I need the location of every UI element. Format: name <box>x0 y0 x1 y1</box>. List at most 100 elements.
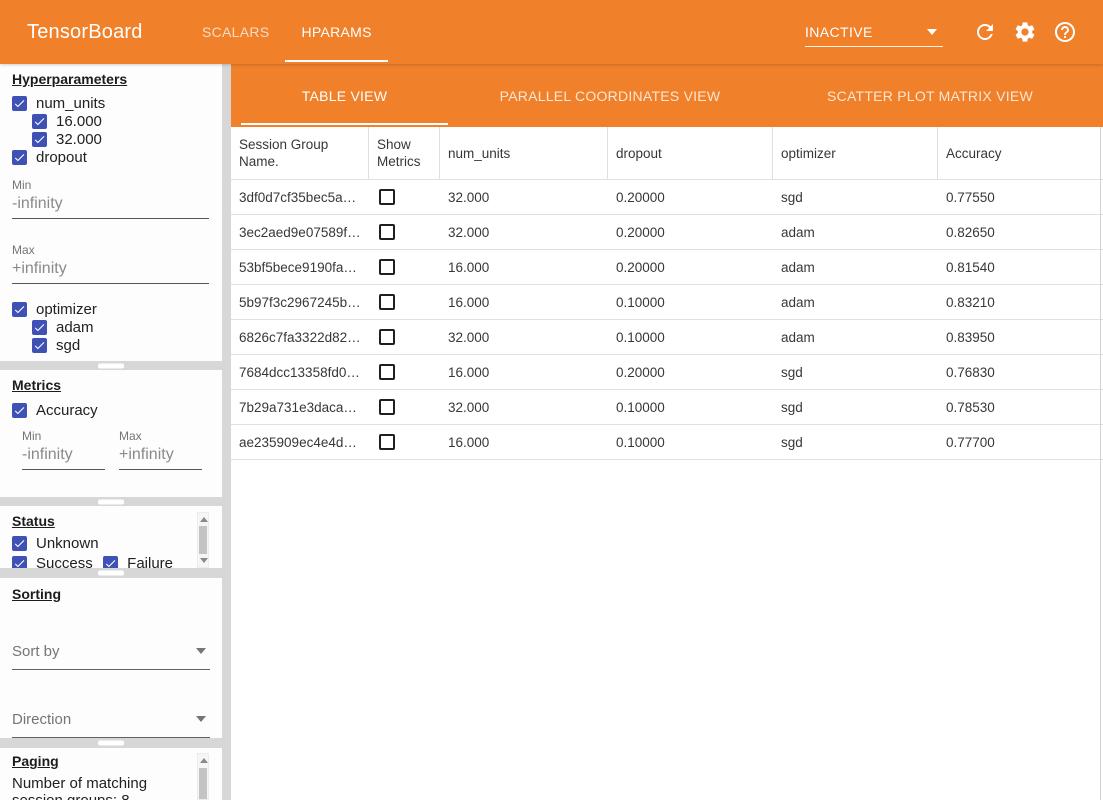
status-option-failure[interactable]: Failure <box>103 555 173 569</box>
tab-scatter-plot-matrix-view[interactable]: SCATTER PLOT MATRIX VIEW <box>772 64 1088 127</box>
status-option-unknown[interactable]: Unknown <box>12 534 99 552</box>
column-header-num-units[interactable]: num_units <box>440 127 608 179</box>
reload-status-dropdown[interactable]: INACTIVE <box>805 17 943 47</box>
filter-label: dropout <box>36 149 87 166</box>
checked-checkbox-icon[interactable] <box>32 132 47 147</box>
filter-accuracy[interactable]: Accuracy <box>12 401 210 419</box>
tab-scalars[interactable]: SCALARS <box>186 0 285 64</box>
scroll-down-icon[interactable] <box>200 558 208 563</box>
session-group-name-cell: ae235909ec4e4d… <box>231 425 369 459</box>
resize-handle[interactable] <box>98 363 124 368</box>
show-metrics-cell <box>369 180 440 214</box>
filter-label: optimizer <box>36 301 97 318</box>
scroll-up-icon[interactable] <box>200 758 208 763</box>
checkmark-icon <box>13 537 26 550</box>
filter-dropout[interactable]: dropout <box>12 148 210 166</box>
dropout-cell: 0.10000 <box>608 320 773 354</box>
direction-select[interactable]: Direction <box>12 706 210 738</box>
paging-heading: Paging <box>12 753 210 769</box>
accuracy-cell: 0.76830 <box>938 355 1103 389</box>
resize-handle[interactable] <box>98 741 124 746</box>
filter-num-units-32[interactable]: 32.000 <box>12 130 210 148</box>
accuracy-max-input[interactable] <box>119 443 202 470</box>
table-row: 5b97f3c2967245b… 16.000 0.10000 adam 0.8… <box>231 285 1103 320</box>
dropout-max-input[interactable] <box>12 257 209 284</box>
resize-handle[interactable] <box>98 571 124 576</box>
scrollbar-thumb[interactable] <box>199 768 207 799</box>
scroll-up-icon[interactable] <box>200 517 208 522</box>
filter-optimizer-sgd[interactable]: sgd <box>12 336 210 354</box>
column-header-optimizer[interactable]: optimizer <box>773 127 938 179</box>
gear-icon <box>1013 20 1037 44</box>
scrollbar-thumb[interactable] <box>199 526 207 554</box>
show-metrics-checkbox[interactable] <box>379 364 395 380</box>
checked-checkbox-icon[interactable] <box>32 338 47 353</box>
checked-checkbox-icon[interactable] <box>32 114 47 129</box>
dashboard-tabs: SCALARS HPARAMS <box>186 0 388 64</box>
tab-label: TABLE VIEW <box>302 88 387 104</box>
filter-label: adam <box>56 319 94 336</box>
checked-checkbox-icon[interactable] <box>12 403 27 418</box>
checked-checkbox-icon[interactable] <box>12 556 27 568</box>
show-metrics-checkbox[interactable] <box>379 329 395 345</box>
dropout-min-input[interactable] <box>12 192 209 219</box>
dropout-cell: 0.20000 <box>608 250 773 284</box>
chevron-down-icon <box>196 648 206 654</box>
column-header-accuracy[interactable]: Accuracy <box>938 127 1103 179</box>
table-row: 3ec2aed9e07589f… 32.000 0.20000 adam 0.8… <box>231 215 1103 250</box>
table-row: 53bf5bece9190fa… 16.000 0.20000 adam 0.8… <box>231 250 1103 285</box>
column-header-dropout[interactable]: dropout <box>608 127 773 179</box>
accuracy-min-input[interactable] <box>22 443 105 470</box>
dropout-cell: 0.20000 <box>608 180 773 214</box>
sorting-heading: Sorting <box>12 586 210 602</box>
tab-table-view[interactable]: TABLE VIEW <box>241 64 448 127</box>
paging-scrollbar[interactable] <box>197 753 209 800</box>
status-scrollbar[interactable] <box>197 512 209 568</box>
show-metrics-cell <box>369 285 440 319</box>
show-metrics-checkbox[interactable] <box>379 259 395 275</box>
help-button[interactable] <box>1053 20 1077 44</box>
status-option-success[interactable]: Success <box>12 555 93 569</box>
checked-checkbox-icon[interactable] <box>103 556 118 568</box>
metrics-heading: Metrics <box>12 377 210 393</box>
show-metrics-checkbox[interactable] <box>379 399 395 415</box>
resize-handle[interactable] <box>98 499 124 504</box>
tab-parallel-coordinates-view[interactable]: PARALLEL COORDINATES VIEW <box>448 64 772 127</box>
checked-checkbox-icon[interactable] <box>12 96 27 111</box>
dropout-min-field: Min <box>12 178 210 219</box>
sort-by-select[interactable]: Sort by <box>12 638 210 670</box>
filter-sidebar: Hyperparameters num_units 16.000 32.000 … <box>0 64 222 800</box>
show-metrics-checkbox[interactable] <box>379 224 395 240</box>
settings-button[interactable] <box>1013 20 1037 44</box>
refresh-button[interactable] <box>973 20 997 44</box>
filter-optimizer[interactable]: optimizer <box>12 300 210 318</box>
filter-num-units-16[interactable]: 16.000 <box>12 112 210 130</box>
checked-checkbox-icon[interactable] <box>12 150 27 165</box>
checkmark-icon <box>33 339 46 352</box>
accuracy-cell: 0.83210 <box>938 285 1103 319</box>
num-units-cell: 16.000 <box>440 425 608 459</box>
checkmark-icon <box>33 115 46 128</box>
filter-optimizer-adam[interactable]: adam <box>12 318 210 336</box>
show-metrics-checkbox[interactable] <box>379 294 395 310</box>
top-app-bar: TensorBoard SCALARS HPARAMS INACTIVE <box>0 0 1103 64</box>
table-right-edge <box>1100 127 1101 800</box>
num-units-cell: 16.000 <box>440 355 608 389</box>
accuracy-cell: 0.78530 <box>938 390 1103 424</box>
tab-hparams[interactable]: HPARAMS <box>285 0 387 64</box>
optimizer-cell: adam <box>773 215 938 249</box>
checked-checkbox-icon[interactable] <box>32 320 47 335</box>
accuracy-cell: 0.83950 <box>938 320 1103 354</box>
tab-label: SCATTER PLOT MATRIX VIEW <box>827 88 1033 104</box>
column-header-session-group-name[interactable]: Session Group Name. <box>231 127 369 179</box>
filter-label: Success <box>36 555 93 568</box>
optimizer-cell: sgd <box>773 180 938 214</box>
checked-checkbox-icon[interactable] <box>12 536 27 551</box>
filter-num-units[interactable]: num_units <box>12 94 210 112</box>
show-metrics-checkbox[interactable] <box>379 189 395 205</box>
show-metrics-checkbox[interactable] <box>379 434 395 450</box>
table-row: 6826c7fa3322d82… 32.000 0.10000 adam 0.8… <box>231 320 1103 355</box>
column-header-show-metrics[interactable]: Show Metrics <box>369 127 440 179</box>
num-units-cell: 32.000 <box>440 215 608 249</box>
checked-checkbox-icon[interactable] <box>12 302 27 317</box>
